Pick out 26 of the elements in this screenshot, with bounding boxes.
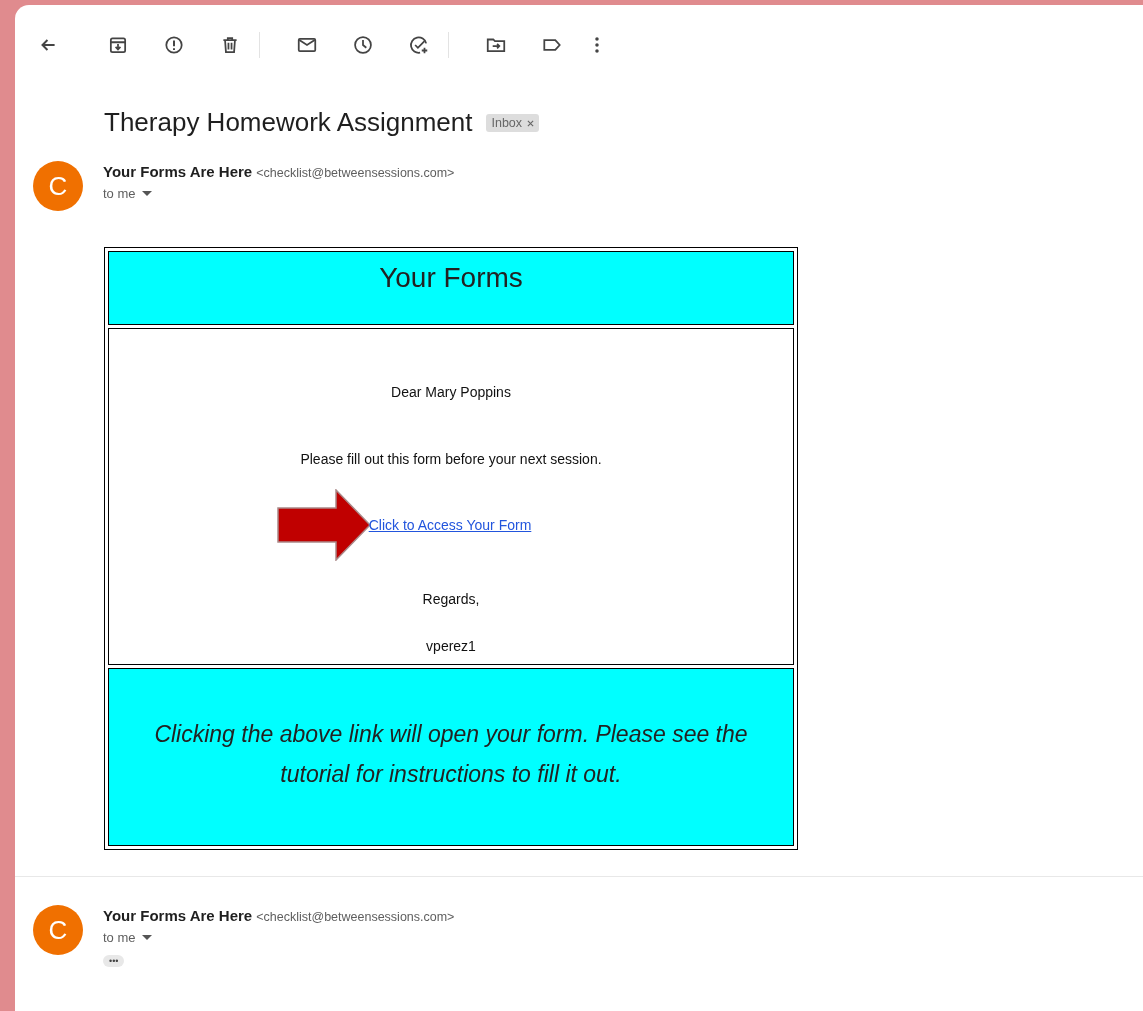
show-trimmed-button[interactable]: ••• bbox=[103, 955, 125, 967]
close-icon[interactable] bbox=[527, 119, 535, 127]
header-title: Your Forms bbox=[379, 262, 523, 295]
avatar: C bbox=[33, 161, 83, 211]
add-task-icon[interactable] bbox=[408, 34, 430, 56]
form-link[interactable]: Click to Access Your Form bbox=[368, 517, 532, 533]
label-chip[interactable]: Inbox bbox=[486, 114, 540, 132]
email-subject: Therapy Homework Assignment bbox=[104, 106, 473, 138]
clock-icon[interactable] bbox=[352, 34, 374, 56]
more-icon[interactable] bbox=[593, 34, 601, 56]
signature-text: vperez1 bbox=[426, 638, 476, 654]
sender-email: <checklist@betweensessions.com> bbox=[256, 166, 455, 180]
footer-text: Clicking the above link will open your form. Please see the tutorial for instructions to fill it out. bbox=[153, 720, 749, 789]
arrow-icon bbox=[276, 489, 371, 561]
instruction-text: Please fill out this form before your next session. bbox=[300, 451, 602, 467]
closing-text: Regards, bbox=[422, 591, 480, 607]
spam-icon[interactable] bbox=[163, 34, 185, 56]
sender-email: <checklist@betweensessions.com> bbox=[256, 910, 455, 924]
sender-name: Your Forms Are Here bbox=[103, 163, 253, 180]
avatar: C bbox=[33, 905, 83, 955]
greeting-text: Dear Mary Poppins bbox=[391, 384, 511, 400]
recipient-dropdown[interactable]: to me bbox=[103, 186, 152, 201]
recipient-dropdown[interactable]: to me bbox=[103, 930, 152, 945]
caret-icon bbox=[141, 934, 152, 941]
caret-icon bbox=[141, 190, 152, 197]
sender-name: Your Forms Are Here bbox=[103, 907, 253, 924]
